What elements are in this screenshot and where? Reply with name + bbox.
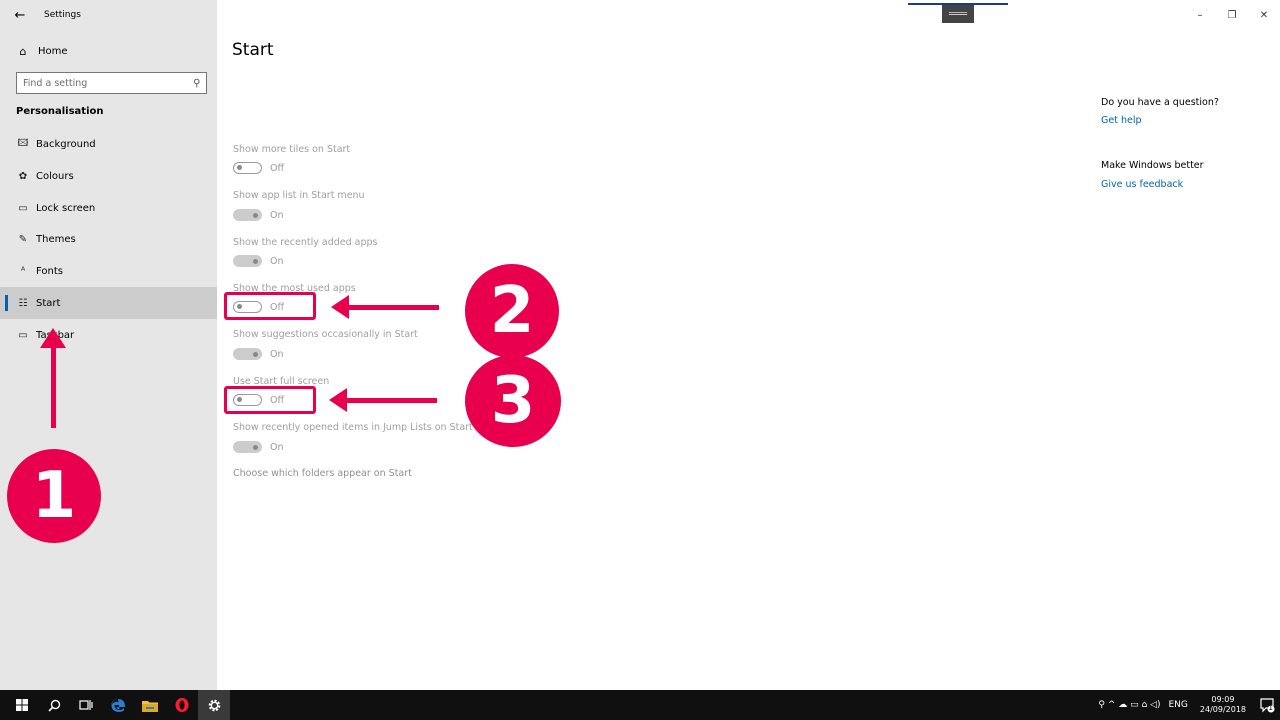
toggle-state: On: [270, 255, 284, 267]
page-title: Start: [232, 40, 274, 60]
toggle-state: On: [270, 209, 284, 221]
close-button[interactable]: ✕: [1248, 0, 1280, 30]
arrow-left-icon: [329, 388, 437, 412]
minimize-button[interactable]: –: [1184, 0, 1216, 30]
drag-handle-icon[interactable]: ═══: [942, 5, 974, 23]
task-view-icon[interactable]: [70, 690, 102, 720]
nav-home-label: Home: [38, 45, 68, 57]
palette-icon: ✿: [18, 170, 28, 182]
search-placeholder: Find a setting: [23, 77, 88, 89]
back-button[interactable]: ←: [0, 0, 40, 30]
toggle-more-tiles[interactable]: Off: [233, 162, 284, 174]
search-icon[interactable]: ⚲: [193, 78, 200, 89]
picture-icon: 🖾: [17, 137, 29, 149]
clock[interactable]: 09:09 24/09/2018: [1200, 695, 1246, 715]
highlight-box-most-used: [224, 292, 316, 320]
back-arrow-icon: ←: [14, 7, 26, 23]
arrow-left-icon: [331, 295, 439, 319]
edge-icon[interactable]: [102, 690, 134, 720]
clock-date: 24/09/2018: [1199, 705, 1246, 714]
sidebar-item-label: Themes: [36, 233, 76, 245]
search-input[interactable]: Find a setting ⚲: [16, 72, 207, 94]
nav-home[interactable]: ⌂ Home: [0, 38, 217, 64]
taskbar-icon: ▭: [18, 329, 28, 341]
toggle-switch[interactable]: [233, 209, 262, 221]
language-indicator[interactable]: ENG: [1168, 700, 1187, 710]
settings-icon[interactable]: [198, 690, 230, 720]
sidebar-item-colours[interactable]: ✿ Colours: [0, 160, 217, 192]
toggle-switch[interactable]: [233, 348, 262, 360]
folders-link[interactable]: Choose which folders appear on Start: [233, 468, 412, 479]
sidebar-item-themes[interactable]: ✎ Themes: [0, 223, 217, 255]
sidebar-item-label: Fonts: [36, 265, 63, 277]
toggle-recently-added[interactable]: On: [233, 255, 284, 267]
app-title: Settings: [44, 10, 81, 20]
tray-icons[interactable]: ⚲ ^ ☁ ▭ ⌂ ◁): [1098, 700, 1160, 710]
sidebar-item-start[interactable]: ☷ Start: [0, 287, 217, 319]
lock-screen-icon: ▭: [18, 202, 28, 214]
toggle-switch[interactable]: [233, 441, 262, 453]
sidebar-item-label: Lock screen: [36, 202, 96, 214]
sidebar-item-lock-screen[interactable]: ▭ Lock screen: [0, 192, 217, 224]
toggle-jump-lists[interactable]: On: [233, 441, 284, 453]
feedback-heading: Make Windows better: [1101, 160, 1204, 171]
clock-time: 09:09: [1211, 695, 1235, 704]
section-heading: Personalisation: [16, 106, 104, 117]
opera-icon[interactable]: [166, 690, 198, 720]
sidebar-item-label: Background: [36, 138, 96, 150]
setting-label: Show the recently added apps: [233, 237, 378, 248]
restore-button[interactable]: ❐: [1216, 0, 1248, 30]
arrow-up-icon: [40, 328, 66, 428]
toggle-state: On: [270, 441, 284, 453]
sidebar: ← Settings ⌂ Home Find a setting ⚲ Perso…: [0, 0, 217, 690]
taskbar: ⚲ ^ ☁ ▭ ⌂ ◁) ENG 09:09 24/09/2018 1: [0, 690, 1280, 720]
setting-label: Show more tiles on Start: [233, 144, 351, 155]
help-heading: Do you have a question?: [1101, 97, 1219, 108]
sidebar-item-label: Colours: [36, 170, 74, 182]
fonts-icon: ᴬ: [20, 265, 26, 277]
file-explorer-icon[interactable]: [134, 690, 166, 720]
step-badge-2: 2: [465, 264, 559, 358]
step-badge-3: 3: [465, 355, 561, 447]
toggle-app-list[interactable]: On: [233, 209, 284, 221]
toggle-state: Off: [270, 162, 285, 174]
sidebar-item-label: Start: [36, 297, 61, 309]
toggle-state: On: [270, 348, 284, 360]
notification-count: 1: [1268, 704, 1273, 712]
get-help-link[interactable]: Get help: [1101, 115, 1142, 126]
sidebar-item-background[interactable]: 🖾 Background: [0, 128, 217, 160]
system-tray: ⚲ ^ ☁ ▭ ⌂ ◁) ENG 09:09 24/09/2018 1: [1094, 690, 1280, 720]
toggle-switch[interactable]: [233, 255, 262, 267]
toggle-suggestions[interactable]: On: [233, 348, 284, 360]
action-center-icon[interactable]: 1: [1254, 690, 1280, 720]
step-badge-1: 1: [7, 449, 101, 543]
highlight-box-full-screen: [224, 386, 316, 414]
toggle-switch[interactable]: [233, 162, 262, 174]
home-icon: ⌂: [19, 44, 27, 58]
sidebar-item-taskbar[interactable]: ▭ Taskbar: [0, 319, 217, 351]
search-icon[interactable]: [38, 690, 70, 720]
start-icon: ☷: [18, 297, 28, 309]
sidebar-item-fonts[interactable]: ᴬ Fonts: [0, 255, 217, 287]
setting-label: Show suggestions occasionally in Start: [233, 329, 418, 340]
setting-label: Show app list in Start menu: [233, 190, 365, 201]
title-bar: ← Settings: [0, 0, 217, 30]
window-controls: – ❐ ✕: [1184, 0, 1280, 30]
windows-start-icon[interactable]: [6, 690, 38, 720]
feedback-link[interactable]: Give us feedback: [1101, 179, 1183, 190]
themes-icon: ✎: [18, 233, 28, 245]
